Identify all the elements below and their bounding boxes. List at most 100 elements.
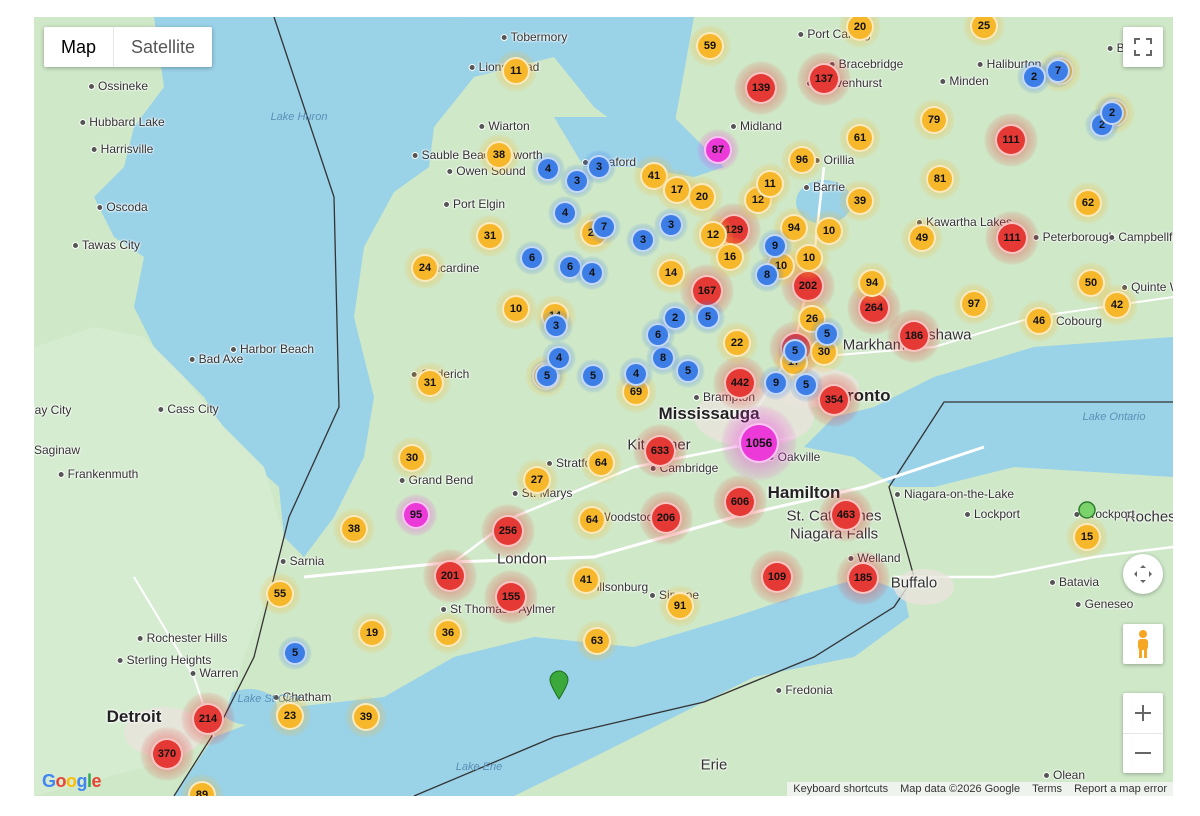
- cluster-count: 31: [476, 222, 504, 250]
- cluster-marker[interactable]: 4: [619, 357, 653, 391]
- cluster-marker[interactable]: 38: [333, 508, 375, 550]
- cluster-marker[interactable]: 5: [789, 368, 823, 402]
- map-canvas[interactable]: MississaugaTorontoHamiltonDetroitLondonK…: [34, 17, 1173, 796]
- cluster-marker[interactable]: 3: [539, 309, 573, 343]
- place-label-text: Cobourg: [1055, 314, 1103, 328]
- cluster-marker[interactable]: 95: [395, 494, 437, 536]
- cluster-marker[interactable]: 12: [692, 214, 734, 256]
- cluster-marker[interactable]: 5: [576, 359, 610, 393]
- cluster-marker[interactable]: 55: [259, 573, 301, 615]
- cluster-marker[interactable]: 49: [901, 217, 943, 259]
- cluster-marker[interactable]: 87: [697, 129, 739, 171]
- map-pin-marker[interactable]: [549, 670, 569, 705]
- cluster-marker[interactable]: 31: [469, 215, 511, 257]
- cluster-marker[interactable]: 11: [495, 50, 537, 92]
- cluster-marker[interactable]: 5: [671, 354, 705, 388]
- cluster-marker[interactable]: 9: [759, 366, 793, 400]
- cluster-marker[interactable]: 4: [548, 196, 582, 230]
- cluster-marker[interactable]: 10: [495, 288, 537, 330]
- cluster-marker[interactable]: 59: [689, 25, 731, 67]
- terms-link[interactable]: Terms: [1032, 783, 1062, 795]
- cluster-marker[interactable]: 62: [1067, 182, 1109, 224]
- place-label: Sterling Heights: [116, 653, 211, 667]
- cluster-marker[interactable]: 39: [839, 180, 881, 222]
- cluster-marker[interactable]: 14: [650, 252, 692, 294]
- zoom-in-button[interactable]: [1123, 693, 1163, 734]
- cluster-marker[interactable]: 206: [639, 491, 693, 545]
- cluster-marker[interactable]: 64: [580, 442, 622, 484]
- keyboard-shortcuts-link[interactable]: Keyboard shortcuts: [793, 783, 888, 795]
- place-label-text: Erie: [700, 756, 728, 774]
- cluster-marker[interactable]: 2: [1095, 96, 1129, 130]
- cluster-count: 370: [151, 738, 183, 770]
- cluster-marker[interactable]: 31: [409, 362, 451, 404]
- cluster-marker[interactable]: 4: [575, 256, 609, 290]
- place-label: Frankenmuth: [57, 467, 138, 481]
- map-type-satellite-button[interactable]: Satellite: [113, 27, 212, 67]
- map-type-map-button[interactable]: Map: [44, 27, 113, 67]
- cluster-marker[interactable]: 64: [571, 499, 613, 541]
- cluster-marker[interactable]: 137: [797, 52, 851, 106]
- place-label: Lake Huron: [271, 111, 328, 123]
- cluster-marker[interactable]: 5: [691, 300, 725, 334]
- cluster-marker[interactable]: 81: [919, 158, 961, 200]
- cluster-marker[interactable]: 1056: [721, 405, 797, 481]
- cluster-marker[interactable]: 155: [484, 570, 538, 624]
- cluster-count: 11: [756, 170, 784, 198]
- cluster-marker[interactable]: 39: [345, 696, 387, 738]
- cluster-marker[interactable]: 91: [659, 585, 701, 627]
- cluster-marker[interactable]: 41: [565, 559, 607, 601]
- cluster-marker[interactable]: 2: [1017, 60, 1051, 94]
- cluster-marker[interactable]: 19: [351, 612, 393, 654]
- street-view-pegman-button[interactable]: [1123, 624, 1163, 664]
- cluster-marker[interactable]: 8: [750, 258, 784, 292]
- cluster-marker[interactable]: 79: [913, 99, 955, 141]
- map-dot-marker[interactable]: [1077, 500, 1097, 525]
- cluster-count: 14: [657, 259, 685, 287]
- cluster-marker[interactable]: 97: [953, 283, 995, 325]
- cluster-marker[interactable]: 186: [887, 309, 941, 363]
- cluster-marker[interactable]: 46: [1018, 300, 1060, 342]
- cluster-marker[interactable]: 10: [808, 210, 850, 252]
- cluster-marker[interactable]: 63: [576, 620, 618, 662]
- cluster-marker[interactable]: 27: [516, 459, 558, 501]
- cluster-marker[interactable]: 22: [716, 322, 758, 364]
- cluster-marker[interactable]: 2: [658, 301, 692, 335]
- cluster-marker[interactable]: 463: [819, 488, 873, 542]
- cluster-marker[interactable]: 139: [734, 61, 788, 115]
- fullscreen-button[interactable]: [1123, 27, 1163, 67]
- cluster-marker[interactable]: 17: [656, 169, 698, 211]
- cluster-marker[interactable]: 11: [749, 163, 791, 205]
- cluster-marker[interactable]: 256: [481, 504, 535, 558]
- cluster-marker[interactable]: 6: [515, 241, 549, 275]
- cluster-marker[interactable]: 24: [404, 247, 446, 289]
- cluster-marker[interactable]: 185: [836, 551, 890, 605]
- cluster-marker[interactable]: 606: [713, 475, 767, 529]
- report-error-link[interactable]: Report a map error: [1074, 783, 1167, 795]
- cluster-marker[interactable]: 4: [542, 341, 576, 375]
- cluster-marker[interactable]: 5: [778, 334, 812, 368]
- cluster-marker[interactable]: 38: [478, 134, 520, 176]
- cluster-marker[interactable]: 42: [1096, 284, 1138, 326]
- cluster-marker[interactable]: 633: [633, 424, 687, 478]
- camera-control-button[interactable]: [1123, 554, 1163, 594]
- cluster-marker[interactable]: 94: [851, 262, 893, 304]
- cluster-count: 79: [920, 106, 948, 134]
- cluster-marker[interactable]: 5: [278, 636, 312, 670]
- cluster-marker[interactable]: 214: [181, 692, 235, 746]
- cluster-marker[interactable]: 111: [984, 113, 1038, 167]
- cluster-marker[interactable]: 30: [391, 437, 433, 479]
- cluster-marker[interactable]: 201: [423, 549, 477, 603]
- cluster-marker[interactable]: 7: [587, 210, 621, 244]
- cluster-marker[interactable]: 111: [985, 211, 1039, 265]
- cluster-marker[interactable]: 23: [269, 695, 311, 737]
- place-label: Campbellford: [1108, 230, 1173, 244]
- zoom-out-button[interactable]: [1123, 734, 1163, 774]
- cluster-marker[interactable]: 3: [654, 208, 688, 242]
- cluster-marker[interactable]: 109: [750, 550, 804, 604]
- cluster-marker[interactable]: 5: [810, 317, 844, 351]
- cluster-marker[interactable]: 61: [839, 117, 881, 159]
- cluster-marker[interactable]: 36: [427, 612, 469, 654]
- cluster-marker[interactable]: 3: [582, 150, 616, 184]
- place-dot-icon: [90, 146, 98, 154]
